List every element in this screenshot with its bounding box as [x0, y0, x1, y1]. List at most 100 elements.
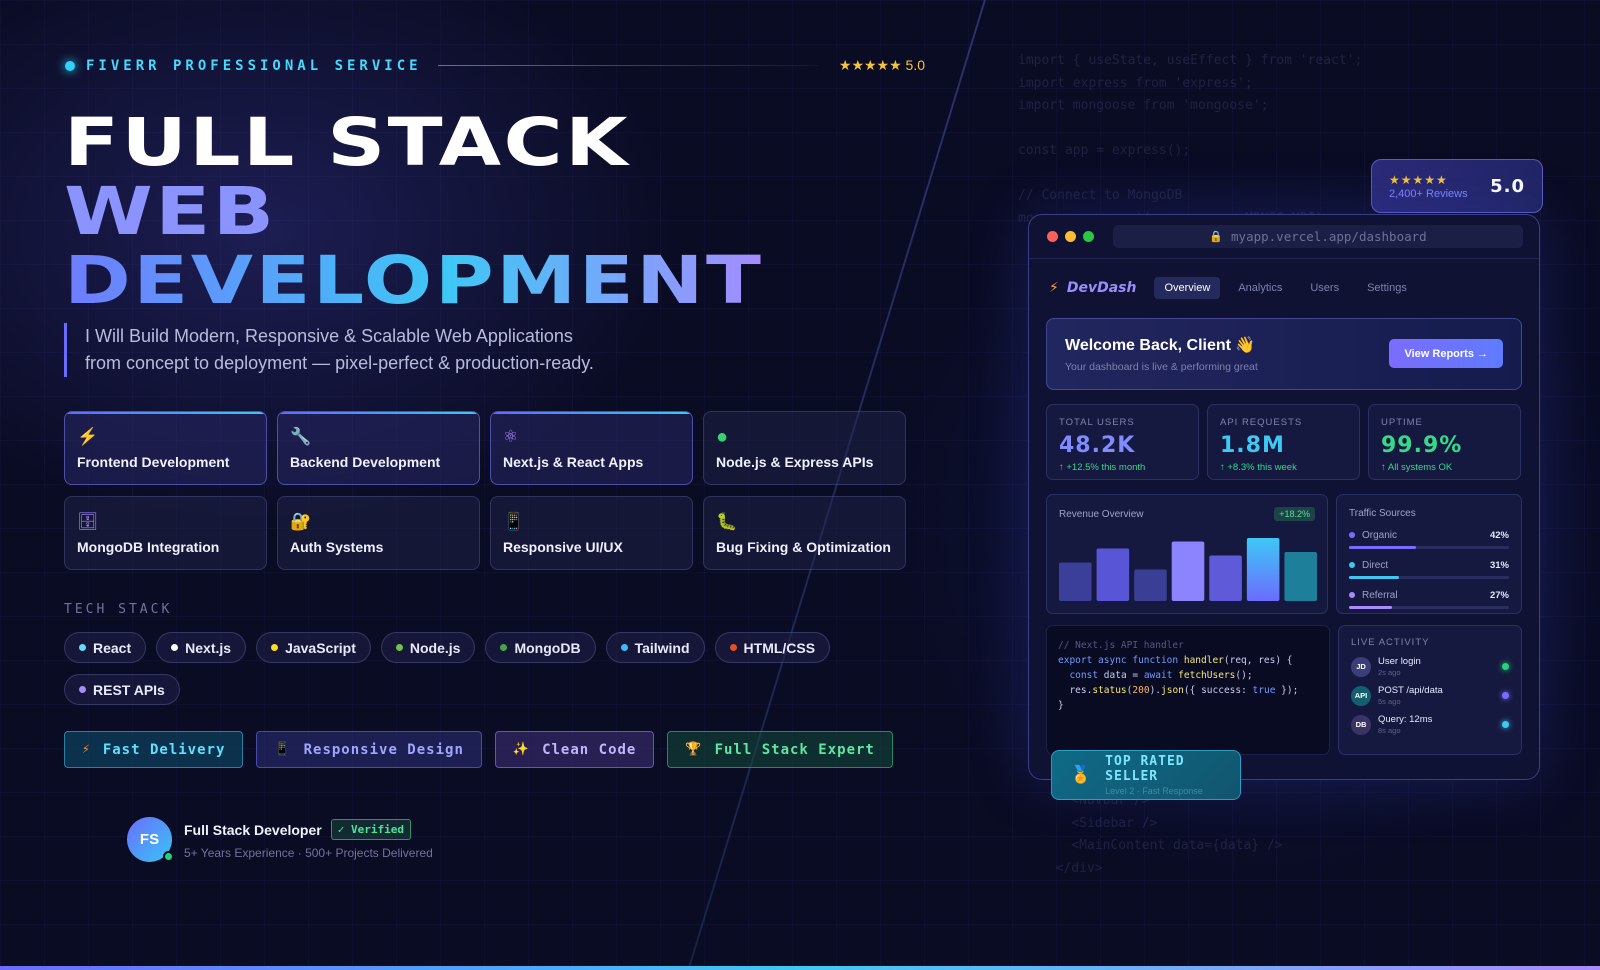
tab-analytics[interactable]: Analytics: [1228, 277, 1292, 299]
traffic-bar-fill: [1349, 576, 1399, 579]
online-indicator-icon: [163, 851, 174, 862]
service-card-mongodb[interactable]: 🗄 MongoDB Integration: [64, 496, 267, 570]
dashboard-nav: ⚡ DevDash Overview Analytics Users Settin…: [1049, 277, 1425, 299]
revenue-change-badge: +18.2%: [1274, 507, 1315, 521]
service-card-auth[interactable]: 🔐 Auth Systems: [277, 496, 480, 570]
service-card-nextjs[interactable]: ⚛ Next.js & React Apps: [490, 411, 693, 485]
stats-row: TOTAL USERS 48.2K ↑ +12.5% this month AP…: [1046, 404, 1521, 480]
activity-item: DB Query: 12ms 8s ago: [1351, 714, 1509, 735]
url-text: myapp.vercel.app/dashboard: [1231, 229, 1427, 244]
service-label: Node.js & Express APIs: [716, 454, 874, 470]
avatar-initials: FS: [139, 831, 160, 848]
tech-chip[interactable]: Next.js: [156, 632, 247, 663]
badge-full-stack-expert[interactable]: 🏆 Full Stack Expert: [667, 731, 893, 768]
services-grid: ⚡ Frontend Development 🔧 Backend Develop…: [64, 411, 906, 570]
revenue-bar: [1059, 562, 1092, 601]
traffic-card: Traffic Sources Organic 42% Direct 31% Refer…: [1336, 494, 1522, 614]
traffic-row: Referral 27%: [1349, 590, 1509, 609]
tech-chip[interactable]: Node.js: [380, 632, 476, 663]
activity-text: Query: 12ms: [1378, 714, 1433, 725]
browser-window: 🔒 myapp.vercel.app/dashboard ⚡ DevDash Ov…: [1028, 214, 1540, 780]
legend-dot-icon: [1349, 532, 1355, 538]
background-code-bottom: <Navbar /> <Sidebar /> <MainContent data…: [1055, 793, 1283, 876]
chip-label: React: [93, 639, 132, 656]
service-card-bugfix[interactable]: 🐛 Bug Fixing & Optimization: [703, 496, 906, 570]
rating-card: ★★★★★ 2,400+ Reviews 5.0: [1371, 159, 1543, 213]
lightning-icon: ⚡: [82, 742, 91, 757]
badge-responsive-design[interactable]: 📱 Responsive Design: [256, 731, 482, 768]
badge-label: Full Stack Expert: [714, 741, 875, 758]
activity-avatar: API: [1351, 685, 1371, 706]
traffic-bar-fill: [1349, 546, 1417, 549]
activity-avatar: DB: [1351, 714, 1371, 735]
activity-text: POST /api/data: [1378, 685, 1443, 696]
traffic-row: Direct 31%: [1349, 560, 1509, 579]
activity-status-icon: [1502, 692, 1509, 699]
activity-time: 5s ago: [1378, 697, 1401, 706]
url-bar[interactable]: 🔒 myapp.vercel.app/dashboard: [1113, 225, 1523, 248]
tab-settings[interactable]: Settings: [1357, 277, 1417, 299]
activity-item: JD User login 2s ago: [1351, 656, 1509, 677]
tab-overview[interactable]: Overview: [1154, 277, 1221, 299]
code-comment: // Next.js API handler: [1058, 640, 1184, 651]
minimize-dot-icon[interactable]: [1065, 231, 1076, 242]
live-activity-card: LIVE ACTIVITY JD User login 2s ago API POST …: [1338, 625, 1522, 755]
service-label: Frontend Development: [77, 454, 230, 470]
legend-dot-icon: [1349, 592, 1355, 598]
stat-value: 48.2K: [1059, 433, 1136, 458]
service-card-node[interactable]: ● Node.js & Express APIs: [703, 411, 906, 485]
lightning-icon: ⚡: [1049, 280, 1059, 296]
chip-dot-icon: [395, 644, 403, 651]
legend-dot-icon: [1349, 562, 1355, 568]
chip-label: Node.js: [409, 639, 461, 656]
tab-users[interactable]: Users: [1300, 277, 1349, 299]
service-card-backend[interactable]: 🔧 Backend Development: [277, 411, 480, 485]
tech-chip[interactable]: JavaScript: [256, 632, 371, 663]
stat-delta: ↑ +12.5% this month: [1059, 462, 1146, 473]
medal-icon: 🏅: [1070, 765, 1092, 784]
revenue-bar: [1246, 538, 1280, 601]
top-rated-subtitle: Level 2 · Fast Response: [1105, 786, 1203, 796]
service-label: Next.js & React Apps: [503, 454, 644, 470]
avatar[interactable]: FS: [127, 817, 174, 862]
chip-dot-icon: [171, 644, 179, 651]
profile-block: FS Full Stack Developer ✓ Verified 5+ Ye…: [127, 817, 433, 862]
top-rated-title: TOP RATED SELLER: [1105, 754, 1185, 784]
tech-chip[interactable]: HTML/CSS: [714, 632, 831, 663]
stat-label: UPTIME: [1381, 417, 1423, 428]
revenue-chart: [1059, 538, 1317, 601]
bug-icon: 🐛: [716, 512, 738, 531]
badge-fast-delivery[interactable]: ⚡ Fast Delivery: [64, 731, 244, 768]
badge-label: Responsive Design: [303, 741, 464, 758]
stat-card-users: TOTAL USERS 48.2K ↑ +12.5% this month: [1046, 404, 1199, 480]
lock-key-icon: 🔐: [290, 512, 312, 531]
traffic-source-pct: 27%: [1489, 590, 1509, 601]
review-count: 2,400+ Reviews: [1389, 187, 1468, 200]
service-card-responsive[interactable]: 📱 Responsive UI/UX: [490, 496, 693, 570]
revenue-bar: [1284, 552, 1317, 601]
view-reports-button[interactable]: View Reports →: [1389, 339, 1503, 368]
close-dot-icon[interactable]: [1047, 231, 1058, 242]
maximize-dot-icon[interactable]: [1083, 231, 1094, 242]
tech-chip[interactable]: React: [64, 632, 147, 663]
bottom-accent-bar: [0, 966, 1600, 970]
activity-avatar: JD: [1351, 656, 1371, 677]
tech-chip[interactable]: REST APIs: [64, 674, 180, 705]
badge-clean-code[interactable]: ✨ Clean Code: [494, 731, 655, 768]
traffic-bar: [1349, 546, 1509, 549]
tech-chip[interactable]: MongoDB: [485, 632, 596, 663]
service-card-frontend[interactable]: ⚡ Frontend Development: [64, 411, 267, 485]
stat-card-uptime: UPTIME 99.9% ↑ All systems OK: [1368, 404, 1521, 480]
stat-value: 99.9%: [1381, 433, 1463, 458]
revenue-bar: [1209, 555, 1242, 601]
activity-status-icon: [1502, 721, 1509, 728]
tech-chip[interactable]: Tailwind: [605, 632, 705, 663]
stat-delta: ↑ +8.3% this week: [1220, 462, 1297, 473]
hero-title: FULL STACK WEB DEVELOPMENT: [64, 108, 761, 315]
phone-icon: 📱: [503, 512, 525, 531]
service-label: MongoDB Integration: [77, 539, 220, 555]
code-snippet: // Next.js API handler export async func…: [1046, 625, 1330, 755]
chip-dot-icon: [79, 644, 86, 651]
trophy-icon: 🏆: [685, 742, 703, 757]
header-strip: FIVERR PROFESSIONAL SERVICE ★★★★★ 5.0: [65, 57, 925, 74]
